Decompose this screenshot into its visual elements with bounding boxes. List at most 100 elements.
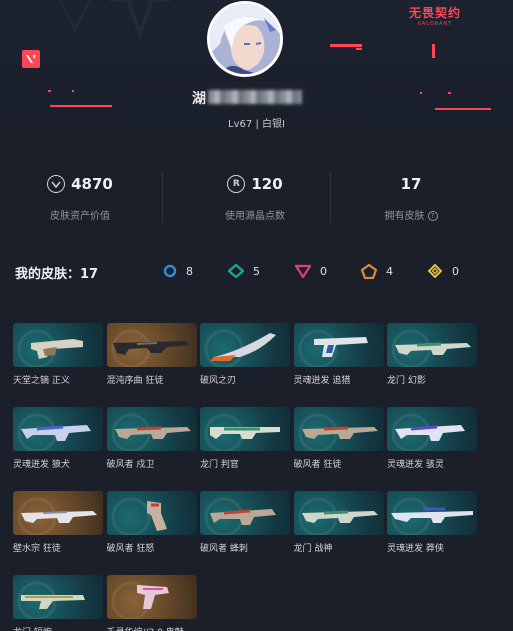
skin-card[interactable]: 龙门 判官 (200, 407, 290, 470)
skin-name: 龙门 战神 (293, 544, 333, 554)
skin-card[interactable]: 灵魂迸发 狼犬 (13, 407, 103, 470)
skin-card[interactable]: 天堂之镝 正义 (13, 323, 103, 386)
skin-profile-page: 无畏契约 VALORANT 湖 Lv67 | 白银I 4870 皮肤资产价值 R… (0, 0, 513, 631)
nickname-visible-char: 湖 (192, 91, 206, 107)
skin-thumbnail (13, 575, 103, 619)
brand-logo: 无畏契约 VALORANT (403, 6, 467, 30)
skin-name: 龙门 短炮 (13, 625, 103, 631)
weapon-icon (17, 413, 91, 451)
my-skins-title: 我的皮肤：17 (15, 267, 99, 282)
skin-card[interactable]: 壁水宗 狂徒 (13, 491, 103, 554)
tier-premium: 0 (295, 264, 327, 278)
skin-thumbnail (200, 323, 290, 367)
skin-thumbnail (293, 323, 384, 367)
player-nickname: 湖 (192, 88, 307, 107)
tier-select: 8 (163, 264, 193, 278)
stat-radianite: R 120 使用源晶点数 (180, 165, 330, 235)
skin-name: 壁水宗 狂徒 (13, 544, 61, 554)
avatar-image (210, 4, 280, 74)
stat-label: 皮肤资产价值 (50, 211, 110, 222)
tier-count: 0 (452, 264, 459, 278)
stat-owned-skins: 17 拥有皮肤? (336, 165, 486, 235)
weapon-icon (391, 413, 465, 451)
stat-value: 4870 (71, 175, 113, 193)
stat-divider (330, 171, 331, 223)
help-icon[interactable]: ? (427, 211, 438, 221)
tier-count: 4 (386, 265, 393, 278)
weapon-icon (111, 413, 191, 451)
weapon-icon (204, 413, 280, 451)
skin-name: 灵魂迸发 莽侠 (387, 544, 444, 554)
stat-label: 拥有皮肤? (336, 207, 486, 222)
skin-thumbnail (13, 491, 103, 535)
skin-card[interactable]: 破风者 狂怒 (106, 491, 197, 554)
skin-thumbnail (106, 407, 197, 451)
tier-count: 8 (186, 264, 193, 278)
skin-card[interactable]: 千灵华绽//2.0 鬼魅 (106, 575, 197, 631)
skin-name: 龙门 幻影 (387, 376, 426, 386)
skin-thumbnail (293, 491, 384, 535)
skin-name: 灵魂迸发 骇灵 (387, 460, 444, 470)
profile-header: 无畏契约 VALORANT 湖 Lv67 | 白银I (0, 0, 513, 140)
weapon-icon (298, 329, 368, 367)
tier-deluxe: 5 (228, 264, 260, 278)
brand-title: 无畏契约 (408, 6, 461, 20)
skin-name: 破风者 狂徒 (293, 460, 342, 470)
stats-panel: 4870 皮肤资产价值 R 120 使用源晶点数 17 拥有皮肤? (0, 165, 513, 235)
skin-name: 龙门 判官 (200, 460, 239, 470)
weapon-icon (111, 329, 191, 367)
skin-name: 破风之刃 (200, 376, 237, 386)
skin-thumbnail (106, 491, 197, 535)
tier-exclusive: 4 (361, 264, 393, 279)
skin-thumbnail (293, 407, 384, 451)
skin-card[interactable]: 破风之刃 (200, 323, 290, 386)
skin-card[interactable]: 龙门 幻影 (387, 323, 477, 386)
skin-card[interactable]: 混沌序曲 狂徒 (106, 323, 197, 386)
skin-card[interactable]: 破风者 狂徒 (293, 407, 384, 470)
skin-card[interactable]: 灵魂迸发 莽侠 (387, 491, 477, 554)
stat-divider (162, 171, 163, 223)
premium-tier-icon (295, 264, 311, 278)
ultra-tier-icon (427, 264, 443, 278)
weapon-icon (298, 497, 378, 535)
valorant-logo-icon (22, 50, 40, 68)
skin-thumbnail (200, 407, 290, 451)
weapon-icon (111, 497, 167, 535)
player-level: Lv67 | 白银I (228, 119, 285, 130)
weapon-icon (17, 497, 97, 535)
deluxe-tier-icon (228, 264, 244, 278)
skin-card[interactable]: 破风者 戍卫 (106, 407, 197, 470)
skin-name: 破风者 蜂刺 (200, 544, 248, 554)
avatar[interactable] (207, 1, 283, 77)
skin-name: 混沌序曲 狂徒 (106, 376, 164, 386)
skin-card[interactable]: 灵魂迸发 骇灵 (387, 407, 477, 470)
skin-thumbnail (13, 407, 103, 451)
stat-value: 17 (400, 175, 422, 193)
skin-card[interactable]: 龙门 战神 (293, 491, 384, 554)
tier-count: 5 (253, 264, 260, 278)
tier-count: 0 (320, 264, 327, 278)
weapon-icon (204, 329, 276, 367)
select-tier-icon (163, 264, 177, 278)
weapon-icon (391, 497, 473, 535)
skin-name: 灵魂迸发 狼犬 (13, 460, 70, 470)
stat-label-text: 拥有皮肤 (384, 211, 425, 222)
weapon-icon (391, 329, 471, 367)
skin-card[interactable]: 灵魂迸发 追猎 (293, 323, 384, 386)
skin-thumbnail (106, 323, 197, 367)
skin-name: 千灵华绽//2.0 鬼魅 (107, 625, 197, 631)
skin-thumbnail (387, 491, 477, 535)
skin-thumbnail (200, 491, 290, 535)
nickname-mosaic (208, 90, 302, 104)
stat-skin-value: 4870 皮肤资产价值 (5, 165, 155, 235)
skin-tier-summary: 我的皮肤：17 8 5 0 4 0 (15, 262, 505, 284)
weapon-icon (111, 581, 169, 619)
weapon-icon (17, 329, 83, 367)
weapon-icon (17, 581, 85, 619)
skin-card[interactable]: 龙门 短炮 (13, 575, 103, 631)
skin-name: 灵魂迸发 追猎 (293, 376, 351, 386)
skin-thumbnail (387, 323, 477, 367)
skin-thumbnail (106, 575, 197, 619)
skin-card[interactable]: 破风者 蜂刺 (200, 491, 290, 554)
skin-name: 天堂之镝 正义 (13, 376, 70, 386)
